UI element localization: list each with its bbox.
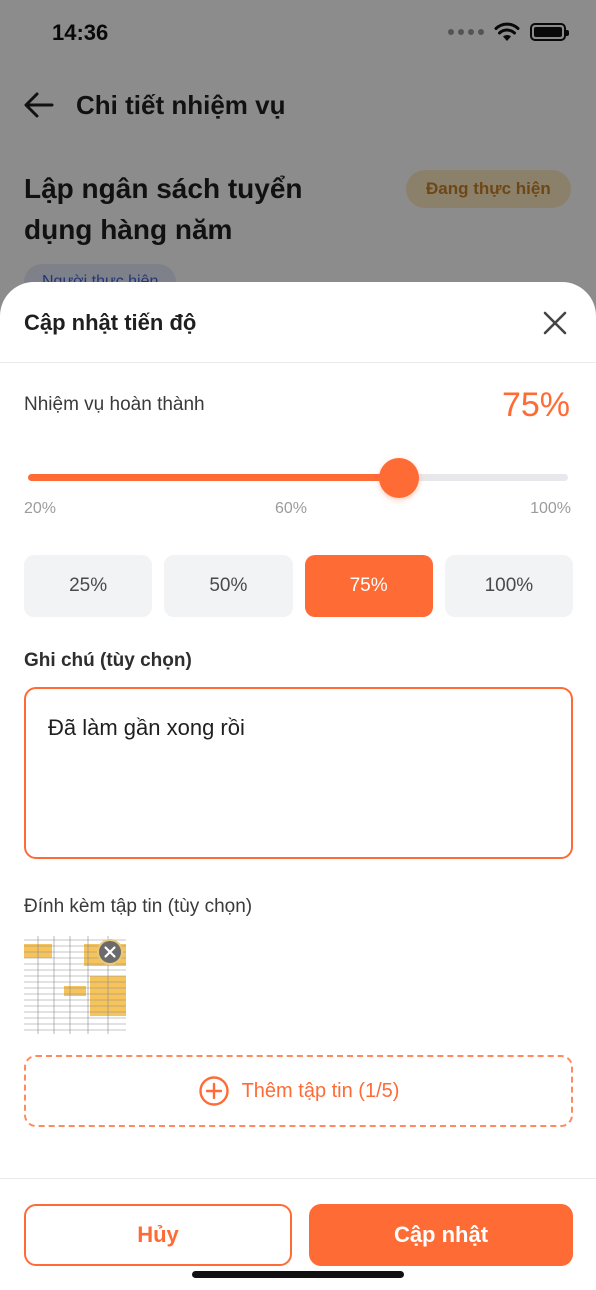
preset-100-button[interactable]: 100% (444, 555, 573, 617)
update-progress-sheet: Cập nhật tiến độ Nhiệm vụ hoàn thành 75%… (0, 282, 596, 1290)
add-file-label: Thêm tập tin (1/5) (241, 1079, 400, 1102)
attachment-label: Đính kèm tập tin (tùy chọn) (24, 896, 253, 917)
preset-25-button[interactable]: 25% (24, 555, 153, 617)
preset-75-button[interactable]: 75% (304, 555, 433, 617)
preset-buttons: 25% 50% 75% 100% (24, 555, 573, 617)
progress-label: Nhiệm vụ hoàn thành (24, 394, 205, 415)
close-icon[interactable] (540, 308, 570, 338)
slider-tick-min: 20% (24, 500, 57, 517)
note-textarea[interactable]: Đã làm gần xong rồi (24, 687, 573, 859)
update-button[interactable]: Cập nhật (309, 1204, 573, 1266)
slider-thumb[interactable] (379, 458, 419, 498)
slider-tick-max: 100% (530, 500, 571, 517)
sheet-header: Cập nhật tiến độ (0, 282, 596, 363)
plus-circle-icon (198, 1076, 229, 1106)
note-label: Ghi chú (tùy chọn) (24, 650, 192, 671)
sheet-title: Cập nhật tiến độ (24, 310, 197, 335)
remove-icon[interactable] (96, 938, 124, 966)
footer-divider (0, 1178, 596, 1179)
progress-slider[interactable] (28, 458, 568, 498)
home-indicator (192, 1271, 404, 1278)
slider-tick-mid: 60% (275, 500, 308, 517)
progress-value: 75% (501, 386, 570, 424)
slider-fill (28, 474, 399, 481)
cancel-button[interactable]: Hủy (24, 1204, 292, 1266)
add-file-button[interactable]: Thêm tập tin (1/5) (24, 1055, 573, 1127)
preset-50-button[interactable]: 50% (164, 555, 293, 617)
